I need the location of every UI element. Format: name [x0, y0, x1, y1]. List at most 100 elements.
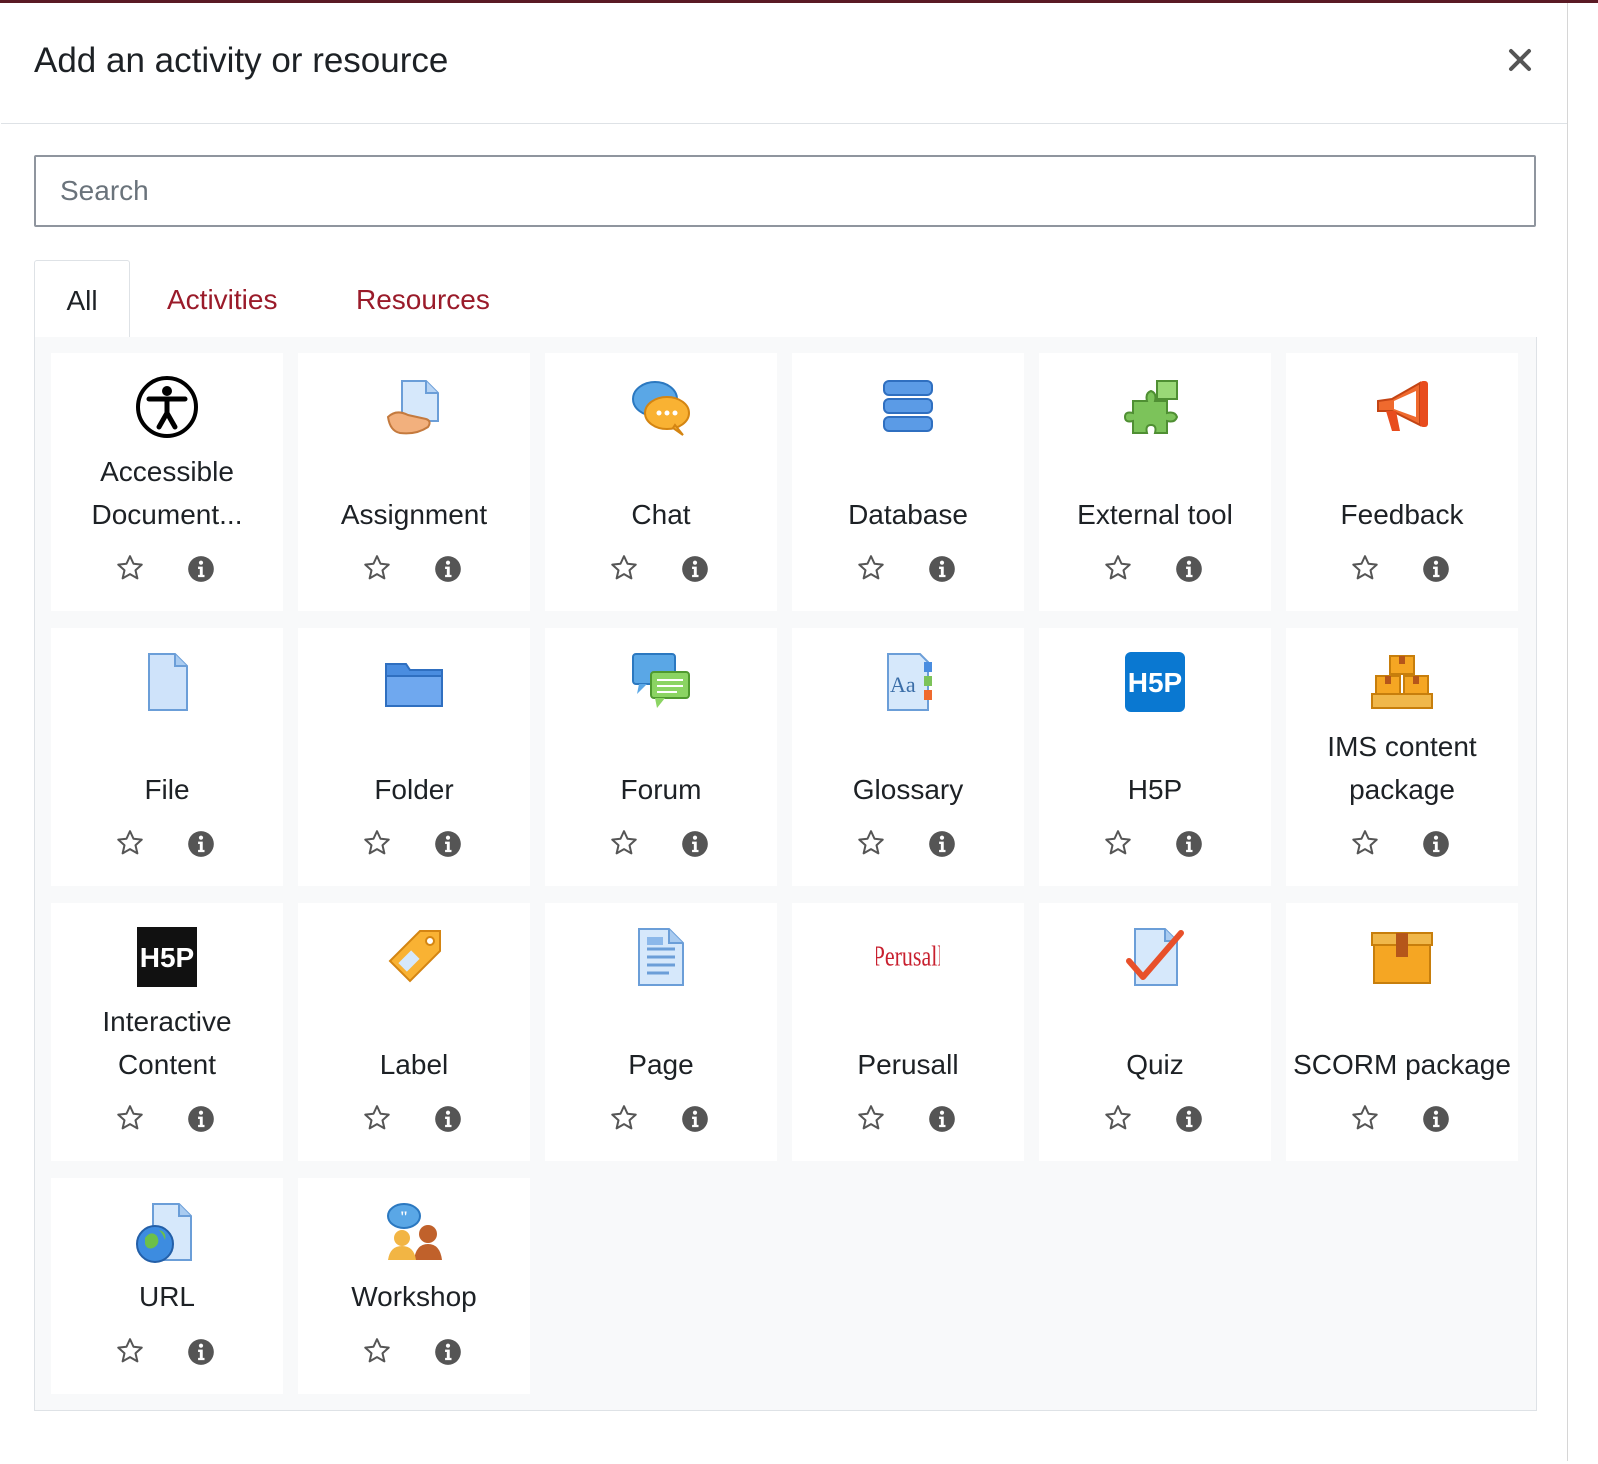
activity-card-url[interactable]: URL [51, 1178, 283, 1394]
activity-name: Forum [620, 774, 702, 805]
label-tag-icon [382, 925, 446, 989]
star-icon[interactable] [856, 828, 886, 858]
star-icon[interactable] [856, 1103, 886, 1133]
activity-name: Interactive Content [102, 1006, 232, 1080]
activity-card-chat[interactable]: Chat [545, 353, 777, 611]
info-icon[interactable] [1422, 830, 1450, 858]
search-input[interactable] [34, 155, 1536, 227]
activity-name: Quiz [1126, 1049, 1184, 1080]
star-icon[interactable] [362, 553, 392, 583]
activity-card-ims-content-package[interactable]: IMS content package [1286, 628, 1518, 886]
workshop-icon: " [382, 1200, 446, 1264]
activity-name: External tool [1077, 499, 1233, 530]
megaphone-icon [1370, 375, 1434, 439]
close-button[interactable] [1503, 43, 1537, 77]
activity-card-accessible-document[interactable]: Accessible Document... [51, 353, 283, 611]
quiz-icon [1123, 925, 1187, 989]
info-icon[interactable] [928, 555, 956, 583]
perusall-logo-text: Perusall [876, 940, 940, 973]
activity-name: Database [848, 499, 968, 530]
star-icon[interactable] [1350, 1103, 1380, 1133]
activity-card-workshop[interactable]: " Workshop [298, 1178, 530, 1394]
tab-resources[interactable]: Resources [356, 260, 490, 337]
activity-card-interactive-content[interactable]: H5P Interactive Content [51, 903, 283, 1161]
star-icon[interactable] [1350, 828, 1380, 858]
activity-card-page[interactable]: Page [545, 903, 777, 1161]
url-globe-icon [135, 1200, 199, 1264]
activity-card-quiz[interactable]: Quiz [1039, 903, 1271, 1161]
info-icon[interactable] [1422, 555, 1450, 583]
activity-name: Folder [374, 774, 454, 805]
activity-card-feedback[interactable]: Feedback [1286, 353, 1518, 611]
info-icon[interactable] [187, 830, 215, 858]
star-icon[interactable] [856, 553, 886, 583]
star-icon[interactable] [1103, 553, 1133, 583]
activity-card-scorm-package[interactable]: SCORM package [1286, 903, 1518, 1161]
star-icon[interactable] [609, 553, 639, 583]
folder-icon [382, 650, 446, 714]
activity-name: Glossary [852, 774, 964, 805]
star-icon[interactable] [1350, 553, 1380, 583]
activity-name: Accessible Document... [91, 456, 243, 530]
svg-text:Aa: Aa [890, 672, 916, 697]
tab-bar: All Activities Resources [34, 260, 1537, 338]
activity-card-label[interactable]: Label [298, 903, 530, 1161]
assignment-icon [382, 375, 446, 439]
info-icon[interactable] [1175, 1105, 1203, 1133]
tab-activities[interactable]: Activities [167, 260, 277, 337]
activity-name: URL [138, 1281, 195, 1312]
activity-name: SCORM package [1293, 1049, 1511, 1080]
star-icon[interactable] [115, 553, 145, 583]
accessibility-icon [135, 375, 199, 439]
info-icon[interactable] [681, 1105, 709, 1133]
info-icon[interactable] [1422, 1105, 1450, 1133]
activity-card-h5p[interactable]: H5P H5P [1039, 628, 1271, 886]
info-icon[interactable] [434, 830, 462, 858]
info-icon[interactable] [1175, 830, 1203, 858]
activity-card-file[interactable]: File [51, 628, 283, 886]
puzzle-icon [1123, 375, 1187, 439]
file-icon [135, 650, 199, 714]
tab-all[interactable]: All [34, 260, 130, 338]
activity-card-external-tool[interactable]: External tool [1039, 353, 1271, 611]
activity-card-glossary[interactable]: Aa Glossary [792, 628, 1024, 886]
chat-icon [629, 375, 693, 439]
add-activity-modal: Add an activity or resource All Activiti… [1, 3, 1568, 1461]
star-icon[interactable] [609, 828, 639, 858]
activity-name: File [144, 774, 190, 805]
info-icon[interactable] [434, 1105, 462, 1133]
star-icon[interactable] [1103, 828, 1133, 858]
star-icon[interactable] [115, 1103, 145, 1133]
close-icon [1509, 49, 1531, 71]
scorm-box-icon [1370, 925, 1434, 989]
svg-text:H5P: H5P [1128, 667, 1182, 698]
info-icon[interactable] [928, 830, 956, 858]
activity-card-database[interactable]: Database [792, 353, 1024, 611]
info-icon[interactable] [434, 1338, 462, 1366]
activity-card-forum[interactable]: Forum [545, 628, 777, 886]
info-icon[interactable] [187, 1105, 215, 1133]
info-icon[interactable] [928, 1105, 956, 1133]
star-icon[interactable] [115, 1336, 145, 1366]
database-icon [876, 375, 940, 439]
star-icon[interactable] [1103, 1103, 1133, 1133]
info-icon[interactable] [681, 830, 709, 858]
info-icon[interactable] [681, 555, 709, 583]
activity-card-perusall[interactable]: Perusall Perusall [792, 903, 1024, 1161]
svg-text:H5P: H5P [140, 942, 194, 973]
info-icon[interactable] [1175, 555, 1203, 583]
star-icon[interactable] [115, 828, 145, 858]
info-icon[interactable] [187, 555, 215, 583]
star-icon[interactable] [362, 828, 392, 858]
activity-name: Page [628, 1049, 694, 1080]
activity-name: Perusall [857, 1049, 959, 1080]
info-icon[interactable] [434, 555, 462, 583]
activity-card-assignment[interactable]: Assignment [298, 353, 530, 611]
activity-name: Label [379, 1049, 449, 1080]
info-icon[interactable] [187, 1338, 215, 1366]
star-icon[interactable] [362, 1103, 392, 1133]
page-icon [629, 925, 693, 989]
star-icon[interactable] [609, 1103, 639, 1133]
star-icon[interactable] [362, 1336, 392, 1366]
activity-card-folder[interactable]: Folder [298, 628, 530, 886]
